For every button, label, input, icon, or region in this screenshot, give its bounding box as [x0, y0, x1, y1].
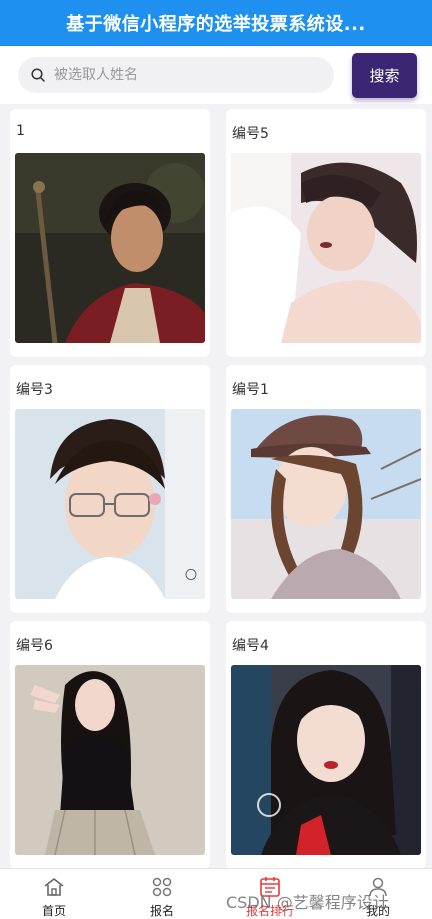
candidate-photo-image — [15, 153, 205, 343]
candidate-card[interactable]: 编号5 — [226, 109, 426, 357]
profile-icon — [369, 877, 387, 897]
candidate-label: 编号3 — [16, 382, 53, 398]
tab-ranking[interactable]: 报名排行 — [216, 869, 324, 919]
candidate-photo-image — [231, 153, 421, 343]
tab-home[interactable]: 首页 — [0, 869, 108, 919]
search-button[interactable]: 搜索 — [352, 53, 417, 98]
candidate-photo[interactable] — [231, 665, 421, 855]
tab-signup[interactable]: 报名 — [108, 869, 216, 919]
candidate-photo-image — [15, 665, 205, 855]
search-bar: 搜索 — [0, 46, 432, 104]
ranking-icon — [260, 877, 280, 897]
candidate-photo[interactable] — [231, 409, 421, 599]
page-title: 基于微信小程序的选举投票系统设... — [66, 14, 366, 35]
search-icon — [31, 68, 45, 82]
candidate-label: 编号5 — [232, 126, 269, 142]
candidate-photo-image: 〇 — [15, 409, 205, 599]
candidate-photo[interactable] — [15, 153, 205, 343]
candidate-card[interactable]: 编号1 — [226, 365, 426, 613]
apps-icon — [152, 877, 172, 897]
candidate-label: 编号4 — [232, 638, 269, 654]
candidate-card[interactable]: 1 — [10, 109, 210, 357]
tab-profile-label: 我的 — [365, 904, 390, 918]
candidate-card[interactable]: 编号3 〇 — [10, 365, 210, 613]
candidate-photo[interactable]: 〇 — [15, 409, 205, 599]
candidate-label: 编号6 — [16, 638, 53, 654]
candidate-photo[interactable] — [15, 665, 205, 855]
tab-profile[interactable]: 我的 — [324, 869, 432, 919]
candidate-card[interactable]: 编号6 — [10, 621, 210, 869]
app-title-bar: 基于微信小程序的选举投票系统设... — [0, 0, 432, 46]
svg-text:〇: 〇 — [185, 568, 197, 582]
candidate-card[interactable]: 编号4 — [226, 621, 426, 869]
tab-ranking-label: 报名排行 — [245, 904, 294, 918]
tab-home-label: 首页 — [41, 904, 66, 918]
candidate-photo-image — [231, 409, 421, 599]
search-box[interactable] — [18, 57, 334, 93]
bottom-tab-bar: 首页 报名 报名排行 我的 — [0, 868, 432, 919]
search-input[interactable] — [54, 67, 304, 83]
home-icon — [44, 878, 64, 896]
candidate-label: 编号1 — [232, 382, 269, 398]
candidate-label: 1 — [16, 123, 25, 139]
tab-signup-label: 报名 — [149, 904, 174, 918]
candidate-photo[interactable] — [231, 153, 421, 343]
candidate-photo-image — [231, 665, 421, 855]
app-screen: 基于微信小程序的选举投票系统设... 搜索 1 — [0, 0, 432, 919]
